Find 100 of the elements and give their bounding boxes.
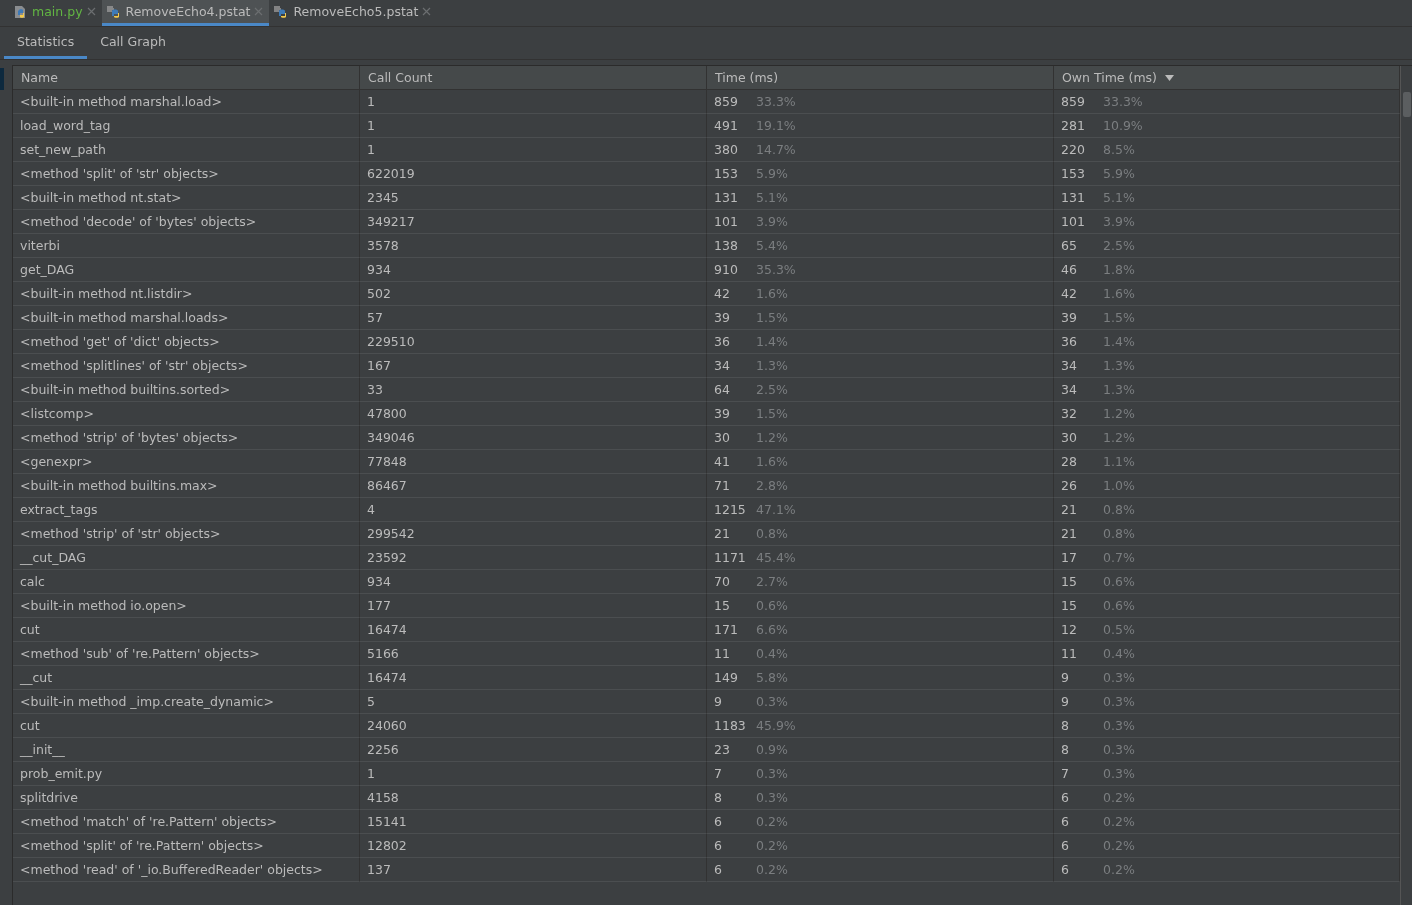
table-cell: <built-in method builtins.sorted> bbox=[13, 378, 360, 402]
tab-label: RemoveEcho5.pstat bbox=[293, 4, 419, 19]
own-time-value: 9 bbox=[1061, 670, 1070, 685]
table-cell: <built-in method nt.stat> bbox=[13, 186, 360, 210]
table-cell: __cut_DAG bbox=[13, 546, 360, 570]
table-cell: __init__ bbox=[13, 738, 360, 762]
own-time-percent: 8.5% bbox=[1103, 142, 1135, 157]
time-value: 6 bbox=[714, 814, 723, 829]
close-icon[interactable] bbox=[254, 7, 264, 16]
own-time-percent: 1.0% bbox=[1103, 478, 1135, 493]
table-cell: <method 'match' of 're.Pattern' objects> bbox=[13, 810, 360, 834]
time-percent: 0.2% bbox=[756, 862, 788, 877]
time-percent: 1.6% bbox=[756, 286, 788, 301]
own-time-value: 17 bbox=[1061, 550, 1078, 565]
time-value: 70 bbox=[714, 574, 731, 589]
own-time-value: 21 bbox=[1061, 502, 1078, 517]
column-header[interactable]: Call Count bbox=[360, 66, 707, 90]
own-time-value: 28 bbox=[1061, 454, 1078, 469]
own-time-value: 46 bbox=[1061, 262, 1078, 277]
table-cell: 4158 bbox=[360, 786, 707, 810]
time-percent: 5.4% bbox=[756, 238, 788, 253]
time-percent: 45.9% bbox=[756, 718, 796, 733]
column-header[interactable]: Name bbox=[13, 66, 360, 90]
own-time-value: 6 bbox=[1061, 862, 1070, 877]
close-icon[interactable] bbox=[422, 7, 432, 16]
own-time-value: 859 bbox=[1061, 94, 1086, 109]
tab-label: main.py bbox=[32, 4, 83, 19]
column-header[interactable]: Own Time (ms) bbox=[1054, 66, 1400, 90]
scrollbar-thumb[interactable] bbox=[1403, 92, 1411, 117]
time-value: 21 bbox=[714, 526, 731, 541]
table-cell: <method 'split' of 're.Pattern' objects> bbox=[13, 834, 360, 858]
own-time-percent: 1.5% bbox=[1103, 310, 1135, 325]
own-time-percent: 1.3% bbox=[1103, 358, 1135, 373]
editor-tab[interactable]: RemoveEcho5.pstat bbox=[269, 0, 438, 26]
own-time-percent: 0.2% bbox=[1103, 838, 1135, 853]
own-time-value: 30 bbox=[1061, 430, 1078, 445]
time-value: 101 bbox=[714, 214, 739, 229]
own-time-value: 220 bbox=[1061, 142, 1086, 157]
time-value: 1171 bbox=[714, 550, 747, 565]
time-percent: 33.3% bbox=[756, 94, 796, 109]
editor-tab[interactable]: RemoveEcho4.pstat bbox=[101, 0, 270, 26]
own-time-value: 15 bbox=[1061, 598, 1078, 613]
table-cell: 16474 bbox=[360, 618, 707, 642]
time-percent: 5.1% bbox=[756, 190, 788, 205]
time-percent: 19.1% bbox=[756, 118, 796, 133]
own-time-percent: 5.1% bbox=[1103, 190, 1135, 205]
table-cell: 15141 bbox=[360, 810, 707, 834]
own-time-value: 8 bbox=[1061, 718, 1070, 733]
table-cell: 5166 bbox=[360, 642, 707, 666]
own-time-value: 7 bbox=[1061, 766, 1070, 781]
own-time-percent: 0.2% bbox=[1103, 814, 1135, 829]
table-cell: 2256 bbox=[360, 738, 707, 762]
own-time-value: 65 bbox=[1061, 238, 1078, 253]
own-time-percent: 0.8% bbox=[1103, 526, 1135, 541]
time-value: 64 bbox=[714, 382, 731, 397]
own-time-percent: 1.8% bbox=[1103, 262, 1135, 277]
time-value: 910 bbox=[714, 262, 739, 277]
own-time-percent: 1.4% bbox=[1103, 334, 1135, 349]
table-cell: 167 bbox=[360, 354, 707, 378]
table-cell: 502 bbox=[360, 282, 707, 306]
time-value: 11 bbox=[714, 646, 731, 661]
table-cell: 47800 bbox=[360, 402, 707, 426]
time-value: 153 bbox=[714, 166, 739, 181]
own-time-value: 21 bbox=[1061, 526, 1078, 541]
time-value: 1215 bbox=[714, 502, 747, 517]
own-time-percent: 1.3% bbox=[1103, 382, 1135, 397]
column-header[interactable]: Time (ms) bbox=[707, 66, 1054, 90]
table-cell: 33 bbox=[360, 378, 707, 402]
time-value: 859 bbox=[714, 94, 739, 109]
own-time-percent: 1.1% bbox=[1103, 454, 1135, 469]
time-percent: 0.3% bbox=[756, 766, 788, 781]
view-tab[interactable]: Statistics bbox=[4, 27, 88, 59]
close-icon[interactable] bbox=[86, 7, 96, 16]
own-time-value: 26 bbox=[1061, 478, 1078, 493]
table-cell: <method 'sub' of 're.Pattern' objects> bbox=[13, 642, 360, 666]
own-time-percent: 0.2% bbox=[1103, 790, 1135, 805]
own-time-percent: 0.6% bbox=[1103, 574, 1135, 589]
column-label: Own Time (ms) bbox=[1062, 70, 1157, 85]
time-value: 39 bbox=[714, 406, 731, 421]
table-cell: prob_emit.py bbox=[13, 762, 360, 786]
table-cell: <listcomp> bbox=[13, 402, 360, 426]
time-value: 9 bbox=[714, 694, 723, 709]
time-percent: 2.5% bbox=[756, 382, 788, 397]
own-time-percent: 0.3% bbox=[1103, 670, 1135, 685]
own-time-value: 42 bbox=[1061, 286, 1078, 301]
time-value: 491 bbox=[714, 118, 739, 133]
view-tab[interactable]: Call Graph bbox=[87, 27, 179, 59]
time-percent: 6.6% bbox=[756, 622, 788, 637]
time-percent: 45.4% bbox=[756, 550, 796, 565]
own-time-percent: 0.6% bbox=[1103, 598, 1135, 613]
scrollbar[interactable] bbox=[1400, 66, 1412, 905]
time-value: 41 bbox=[714, 454, 731, 469]
time-value: 171 bbox=[714, 622, 739, 637]
time-value: 34 bbox=[714, 358, 731, 373]
table-cell: 229510 bbox=[360, 330, 707, 354]
table-cell: 934 bbox=[360, 570, 707, 594]
editor-tab[interactable]: main.py bbox=[10, 0, 102, 26]
time-value: 380 bbox=[714, 142, 739, 157]
time-value: 8 bbox=[714, 790, 723, 805]
own-time-value: 281 bbox=[1061, 118, 1086, 133]
